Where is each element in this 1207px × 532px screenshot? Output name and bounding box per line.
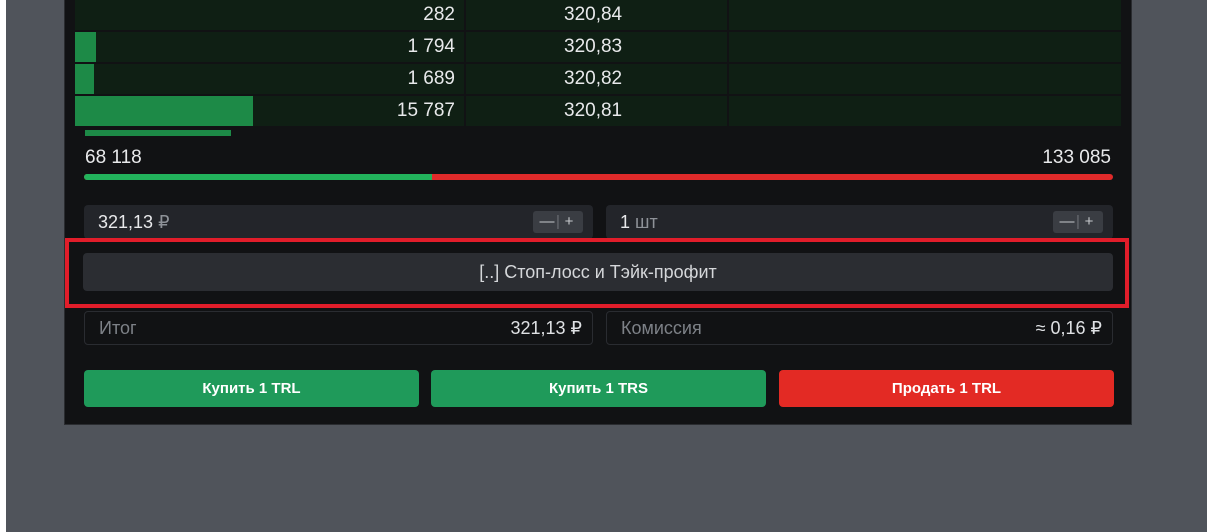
- decrement-button[interactable]: —: [538, 211, 556, 233]
- buy-trs-button[interactable]: Купить 1 TRS: [431, 370, 766, 407]
- column-divider: [727, 96, 729, 126]
- column-divider: [464, 96, 466, 126]
- price-value: 321,13: [98, 212, 154, 232]
- commission-value: ≈ 0,16 ₽: [1035, 318, 1102, 338]
- volume-bar: [75, 32, 96, 62]
- price-value-wrap: 321,13 ₽: [98, 205, 170, 239]
- order-qty: 15 787: [396, 100, 455, 121]
- commission-label: Комиссия: [621, 318, 702, 338]
- trade-panel: 282 320,84 1 794 320,83 1 689 320,82 15 …: [65, 0, 1131, 424]
- order-price: 320,83: [564, 36, 623, 57]
- buy-ratio-fill: [84, 174, 432, 180]
- order-price: 320,82: [564, 68, 623, 89]
- increment-button[interactable]: +: [1080, 211, 1098, 233]
- order-price: 320,81: [564, 100, 623, 121]
- sell-total: 133 085: [1042, 147, 1111, 168]
- quantity-field[interactable]: 1 шт — | +: [606, 205, 1113, 239]
- highlight-frame: [65, 238, 1129, 308]
- total-value: 321,13 ₽: [510, 318, 582, 338]
- order-book: 282 320,84 1 794 320,83 1 689 320,82 15 …: [75, 0, 1121, 136]
- price-field[interactable]: 321,13 ₽ — | +: [84, 205, 593, 239]
- increment-button[interactable]: +: [560, 211, 578, 233]
- buy-trl-button[interactable]: Купить 1 TRL: [84, 370, 419, 407]
- column-divider: [464, 64, 466, 94]
- order-qty: 282: [423, 4, 455, 25]
- sell-trl-button[interactable]: Продать 1 TRL: [779, 370, 1114, 407]
- column-divider: [464, 0, 466, 30]
- currency-symbol: ₽: [158, 212, 170, 232]
- order-qty: 1 794: [407, 36, 455, 57]
- order-book-row[interactable]: 1 689 320,82: [75, 64, 1121, 96]
- buy-total: 68 118: [85, 147, 142, 168]
- total-label: Итог: [99, 318, 137, 338]
- quantity-value: 1: [620, 212, 631, 232]
- column-divider: [727, 32, 729, 62]
- order-book-row[interactable]: 1 794 320,83: [75, 32, 1121, 64]
- order-book-row[interactable]: 282 320,84: [75, 0, 1121, 32]
- order-price: 320,84: [564, 4, 623, 25]
- buy-sell-ratio-bar: [84, 174, 1113, 180]
- quantity-stepper[interactable]: — | +: [1053, 211, 1103, 233]
- volume-bar: [75, 64, 94, 94]
- partial-volume-bar: [85, 130, 231, 136]
- column-divider: [464, 32, 466, 62]
- quantity-value-wrap: 1 шт: [620, 205, 658, 239]
- total-summary: Итог 321,13 ₽: [84, 311, 593, 345]
- price-stepper[interactable]: — | +: [533, 211, 583, 233]
- quantity-unit: шт: [635, 212, 658, 232]
- decrement-button[interactable]: —: [1058, 211, 1076, 233]
- volume-bar: [75, 96, 253, 126]
- commission-summary: Комиссия ≈ 0,16 ₽: [606, 311, 1113, 345]
- column-divider: [727, 64, 729, 94]
- order-qty: 1 689: [407, 68, 455, 89]
- order-book-row[interactable]: 15 787 320,81: [75, 96, 1121, 128]
- column-divider: [727, 0, 729, 30]
